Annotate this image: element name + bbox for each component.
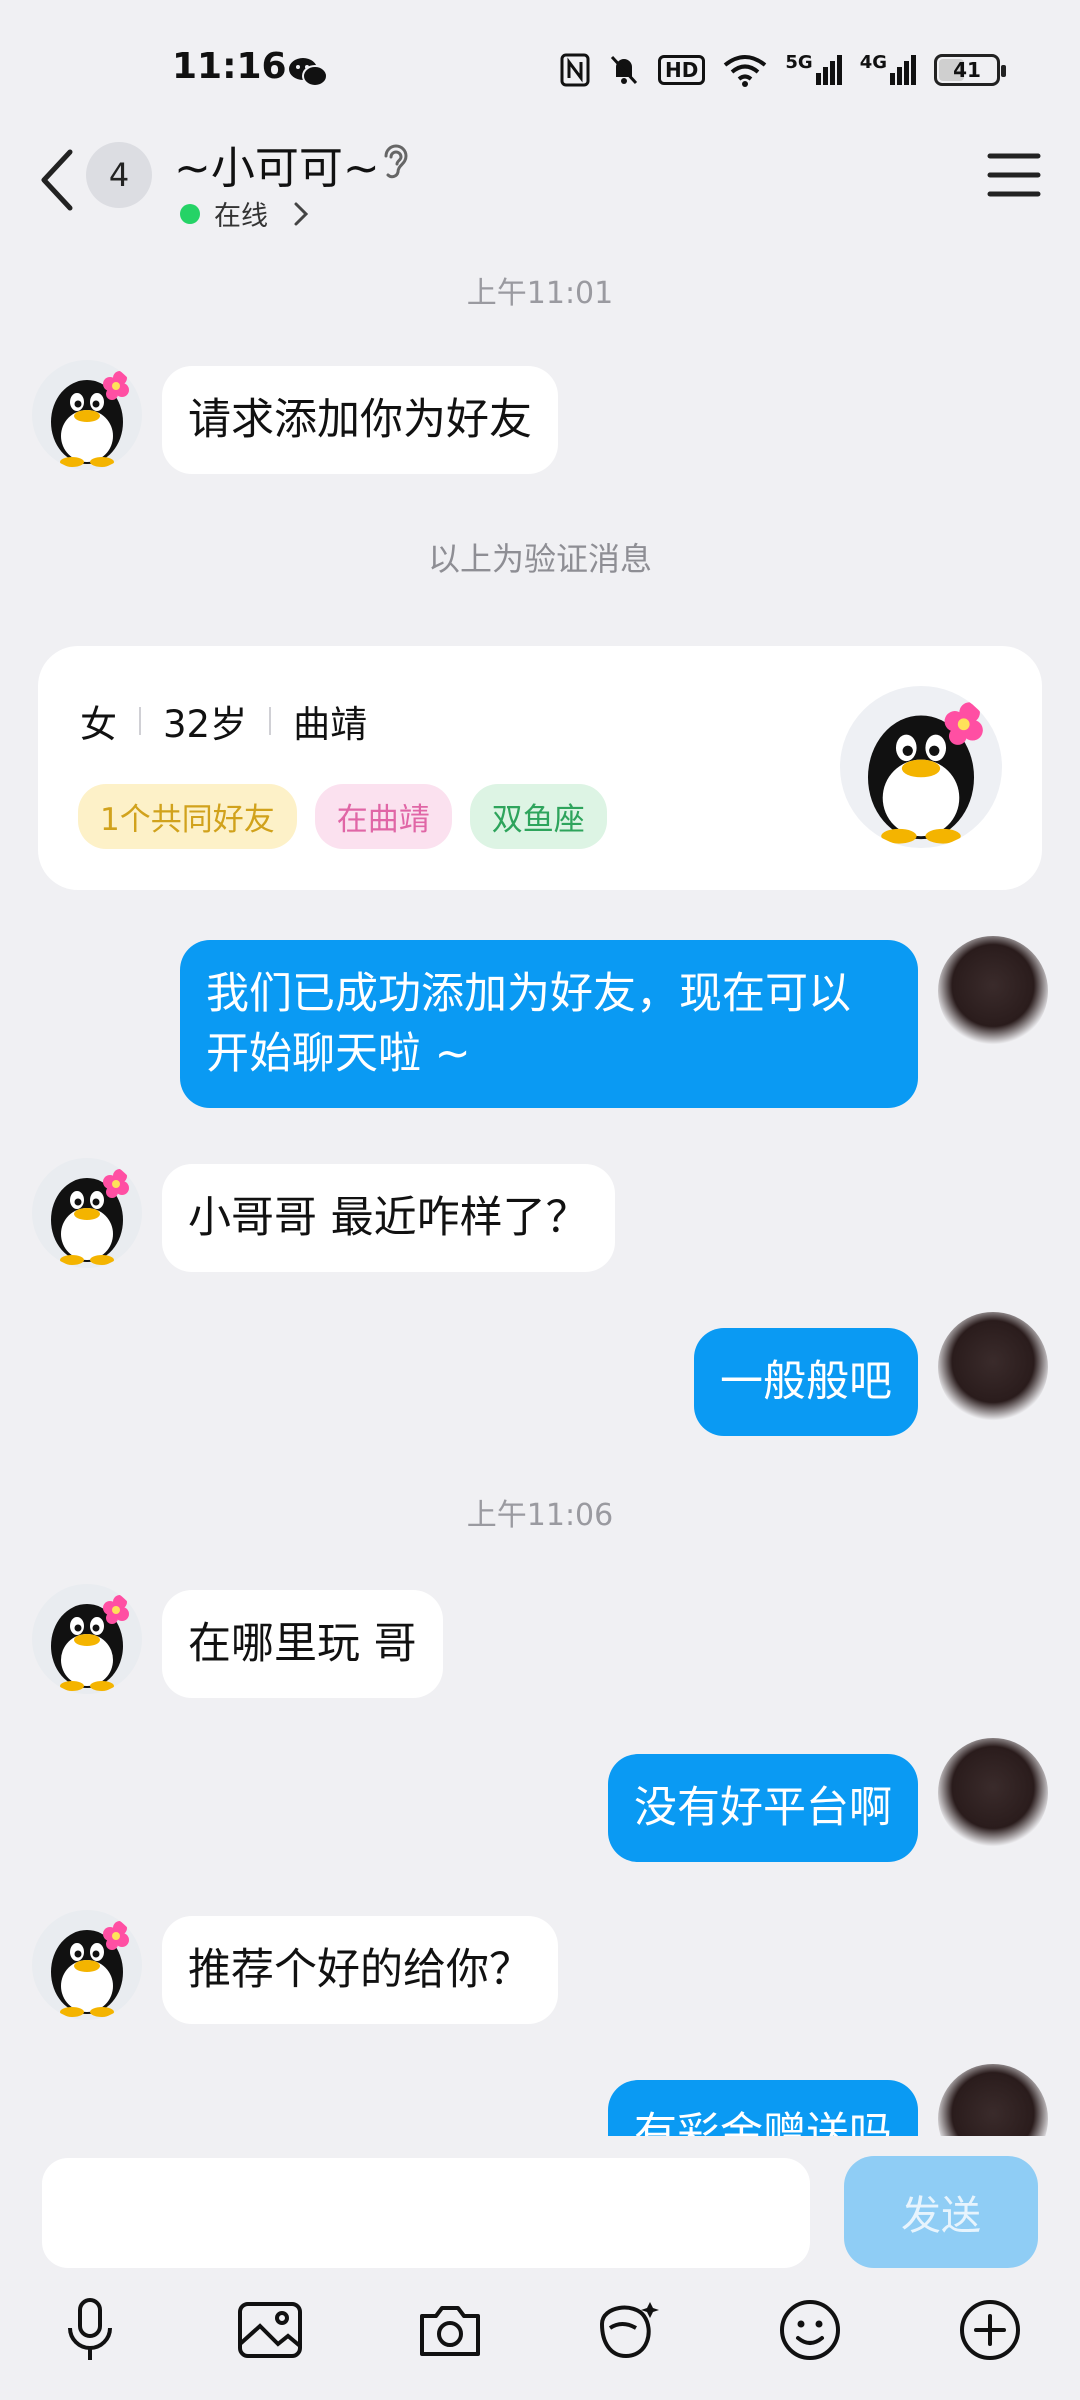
- camera-icon[interactable]: [414, 2294, 486, 2366]
- status-bar: 11:16 HD 5G 4G 41: [0, 0, 1080, 130]
- profile-gender: 女: [80, 703, 117, 746]
- unread-count-badge[interactable]: 4: [86, 142, 152, 208]
- contact-name[interactable]: ~小可可~: [174, 132, 380, 196]
- profile-info: 女 32岁 曲靖: [80, 694, 367, 748]
- online-status-label: 在线: [214, 201, 268, 232]
- image-icon[interactable]: [234, 2294, 306, 2366]
- timestamp: 上午11:01: [466, 276, 614, 311]
- profile-age: 32岁: [163, 703, 248, 746]
- emoji-icon[interactable]: [774, 2294, 846, 2366]
- battery-level: 41: [953, 58, 981, 82]
- chat-header: 4 ~小可可~ 在线: [0, 130, 1080, 250]
- verify-note: 以上为验证消息: [427, 540, 652, 578]
- contact-avatar[interactable]: [32, 1158, 142, 1268]
- wechat-notification-icon: [289, 58, 328, 87]
- timestamp: 上午11:06: [466, 1498, 614, 1533]
- message-input[interactable]: [42, 2158, 810, 2268]
- message-bubble-outgoing[interactable]: 我们已成功添加为好友，现在可以开始聊天啦 ~: [180, 940, 918, 1108]
- self-avatar[interactable]: [938, 1738, 1048, 1848]
- contact-avatar[interactable]: [32, 360, 142, 470]
- tag-location[interactable]: 在曲靖: [314, 784, 452, 849]
- message-bubble-outgoing[interactable]: 没有好平台啊: [608, 1754, 918, 1862]
- network-4g-label: 4G: [859, 52, 887, 73]
- wifi-icon: [724, 55, 767, 87]
- profile-card-avatar[interactable]: [840, 686, 1002, 848]
- divider: [139, 707, 141, 735]
- mute-bell-icon: [610, 55, 638, 85]
- self-avatar[interactable]: [938, 1312, 1048, 1422]
- plus-icon[interactable]: [954, 2294, 1026, 2366]
- nfc-icon: [560, 53, 590, 87]
- tag-zodiac[interactable]: 双鱼座: [469, 784, 607, 849]
- signal-5g-icon: 5G: [785, 52, 842, 88]
- message-bubble-incoming[interactable]: 推荐个好的给你？: [162, 1916, 558, 2024]
- tag-mutual-friends[interactable]: 1个共同好友: [78, 784, 297, 849]
- message-bubble-incoming[interactable]: 请求添加你为好友: [162, 366, 558, 474]
- microphone-icon[interactable]: [54, 2294, 126, 2366]
- status-time: 11:16: [172, 46, 287, 87]
- input-toolbar: [0, 2294, 1080, 2394]
- hd-voice-icon: HD: [658, 55, 706, 85]
- send-button[interactable]: 发送: [844, 2156, 1038, 2268]
- signal-4g-icon: 4G: [860, 52, 916, 88]
- online-status[interactable]: 在线: [180, 194, 310, 233]
- profile-card[interactable]: 女 32岁 曲靖 1个共同好友 在曲靖 双鱼座: [38, 646, 1042, 890]
- back-button[interactable]: [36, 144, 80, 216]
- contact-avatar[interactable]: [32, 1584, 142, 1694]
- input-area: 发送: [0, 2136, 1080, 2400]
- contact-avatar[interactable]: [32, 1910, 142, 2020]
- message-bubble-outgoing[interactable]: 一般般吧: [694, 1328, 918, 1436]
- hd-label: HD: [665, 58, 699, 82]
- magic-face-icon[interactable]: [592, 2294, 664, 2366]
- network-5g-label: 5G: [785, 52, 813, 73]
- battery-icon: 41: [934, 54, 1006, 86]
- message-bubble-incoming[interactable]: 在哪里玩 哥: [162, 1590, 443, 1698]
- profile-tags: 1个共同好友 在曲靖 双鱼座: [78, 784, 607, 849]
- message-bubble-incoming[interactable]: 小哥哥 最近咋样了？: [162, 1164, 615, 1272]
- self-avatar[interactable]: [938, 936, 1048, 1046]
- menu-button[interactable]: [986, 150, 1042, 200]
- ear-icon[interactable]: [378, 140, 414, 184]
- profile-city: 曲靖: [293, 703, 368, 746]
- chevron-right-icon: [294, 202, 309, 225]
- online-dot: [180, 203, 200, 224]
- divider: [269, 707, 272, 735]
